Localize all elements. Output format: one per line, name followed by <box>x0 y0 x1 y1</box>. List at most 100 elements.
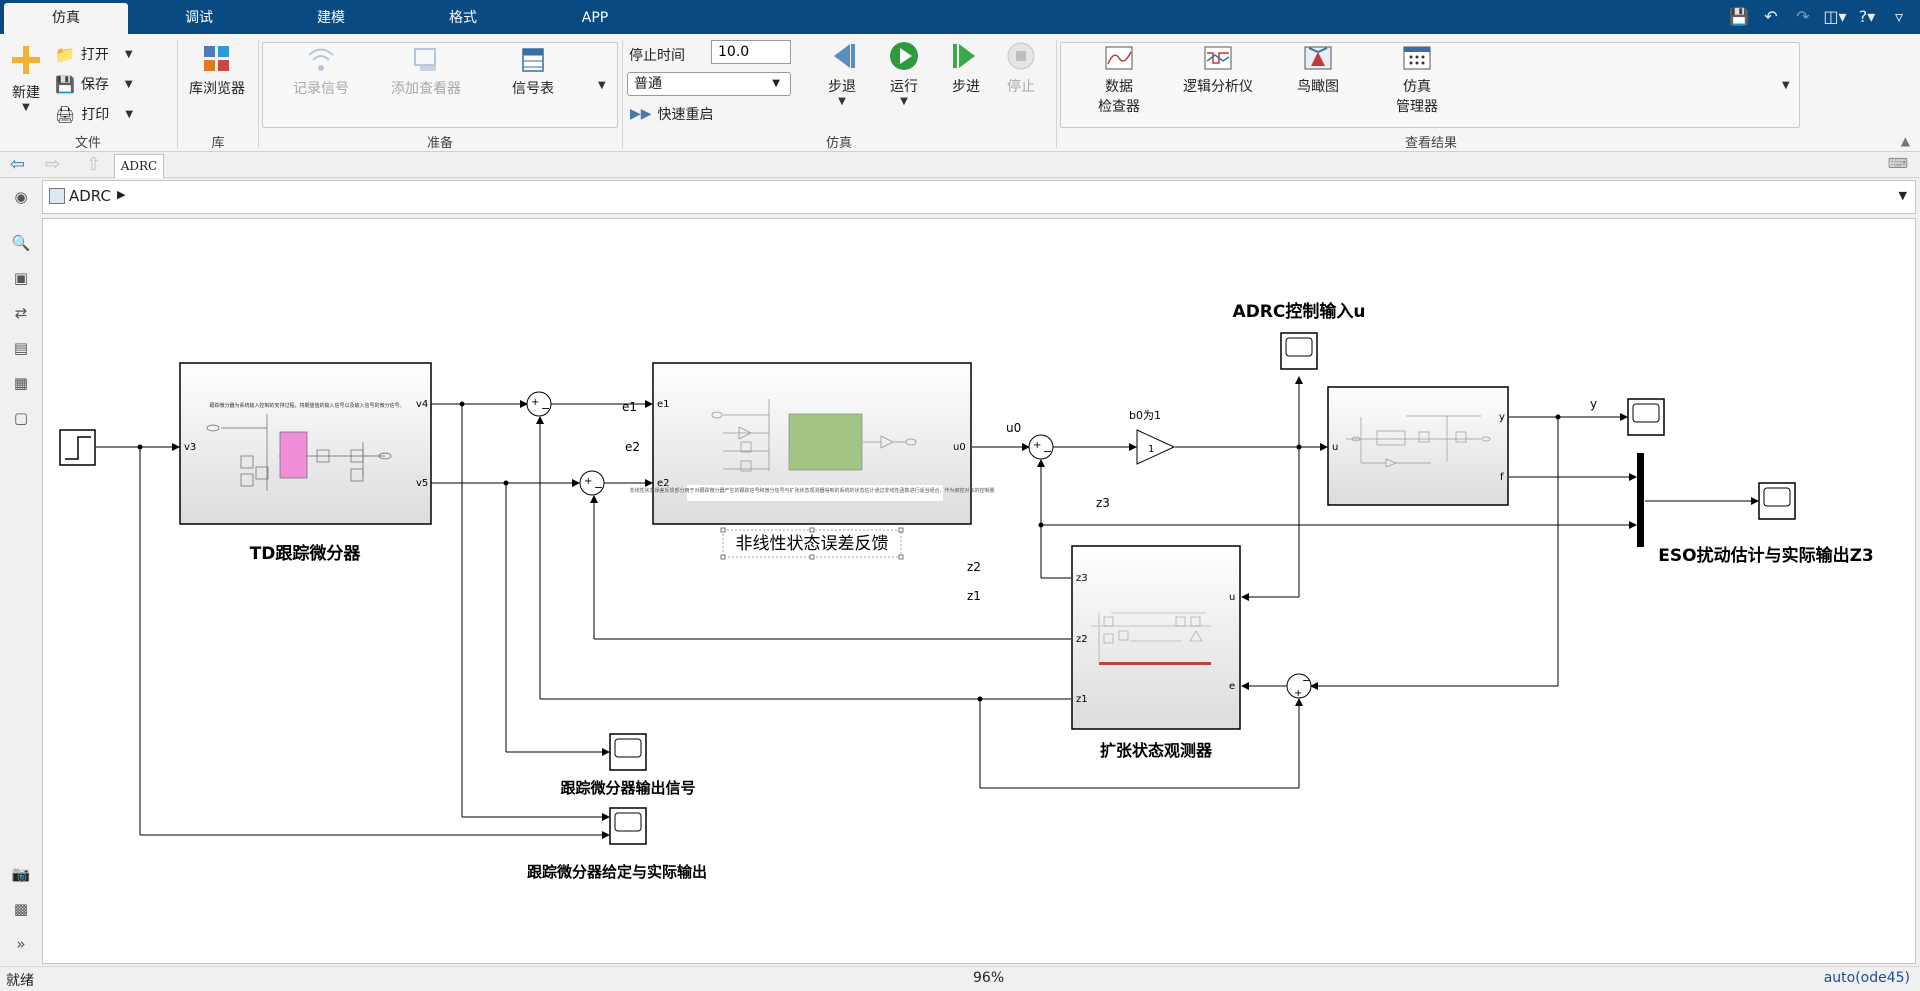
property-inspector-icon[interactable]: ▩ <box>10 898 32 920</box>
fast-restart-button[interactable]: ▶▶ 快速重启 <box>630 104 714 124</box>
breadcrumb-model[interactable]: ADRC <box>69 187 111 205</box>
step-back-button[interactable]: 步退 ▼ <box>822 40 862 107</box>
scope-eso-label: ESO扰动估计与实际输出Z3 <box>1658 545 1873 566</box>
mux-block[interactable] <box>1637 453 1644 547</box>
scope-y[interactable] <box>1627 398 1665 436</box>
port-v4: v4 <box>416 399 428 410</box>
data-inspector-button[interactable]: 数据 检查器 <box>1088 44 1150 116</box>
simulation-manager-button[interactable]: 仿真 管理器 <box>1386 44 1448 116</box>
step-back-dropdown-icon[interactable]: ▼ <box>822 96 862 107</box>
library-browser-icon <box>204 46 229 71</box>
zoom-icon[interactable]: 🔍 <box>10 232 32 254</box>
breadcrumb: ADRC ▶ ▼ <box>42 180 1916 214</box>
gallery-expand-icon[interactable]: ▼ <box>598 80 606 91</box>
area-icon[interactable]: ▢ <box>10 407 32 429</box>
annotation-icon[interactable]: ▤ <box>10 337 32 359</box>
log-signals-button[interactable]: 记录信号 <box>286 46 356 98</box>
model-canvas[interactable]: 跟踪微分器为系统输入控制的安排过程，将期望值的输入信号以及输入信号的微分信号。 … <box>42 218 1916 964</box>
save-button[interactable]: 💾 保存 ▼ <box>55 74 133 94</box>
plant-subsystem-block[interactable]: u y f <box>1327 386 1509 506</box>
new-label: 新建 <box>12 85 40 101</box>
open-button[interactable]: 📁 打开 ▼ <box>55 44 133 64</box>
scope-td-compare-label: 跟踪微分器给定与实际输出 <box>527 863 707 881</box>
keyboard-icon[interactable]: ⌨ <box>1888 156 1908 172</box>
ribbon: 新建 ▼ 📁 打开 ▼ 💾 保存 ▼ 🖨 打印 ▼ 文件 库浏览器 库 记录信号… <box>0 34 1920 152</box>
tab-format[interactable]: 格式 <box>412 3 514 34</box>
stop-button[interactable]: 停止 <box>1001 40 1041 96</box>
group-label-file: 文件 <box>74 136 101 151</box>
wifi-icon <box>308 48 334 71</box>
td-subsystem-block[interactable]: 跟踪微分器为系统输入控制的安排过程，将期望值的输入信号以及输入信号的微分信号。 … <box>179 362 432 525</box>
simulation-manager-icon <box>1403 46 1431 70</box>
sum-block-e2[interactable]: + − <box>579 470 605 496</box>
port-z3: z3 <box>1076 573 1088 584</box>
forward-arrow-icon[interactable]: ⇨ <box>45 154 60 175</box>
model-tab[interactable]: ADRC <box>114 154 164 178</box>
up-arrow-icon[interactable]: ⇧ <box>86 154 101 175</box>
birds-eye-button[interactable]: 鸟瞰图 <box>1286 44 1350 96</box>
stop-time-input[interactable] <box>711 40 791 64</box>
signal-label-u0: u0 <box>1006 421 1021 435</box>
tab-debug[interactable]: 调试 <box>148 3 250 34</box>
hide-explorer-icon[interactable]: ◉ <box>10 186 32 208</box>
signal-label-z3: z3 <box>1096 496 1110 510</box>
svg-text:+: + <box>1033 440 1041 451</box>
chevron-down-icon[interactable]: ▼ <box>1899 189 1907 202</box>
signal-label-z2: z2 <box>967 560 981 574</box>
gain-block-b0[interactable]: 1 <box>1136 429 1176 465</box>
fit-to-view-icon[interactable]: ▣ <box>10 267 32 289</box>
tab-simulation[interactable]: 仿真 <box>4 3 128 34</box>
sum-block-u[interactable]: + − <box>1028 434 1054 460</box>
run-dropdown-icon[interactable]: ▼ <box>884 96 924 107</box>
scope-eso[interactable] <box>1758 482 1796 520</box>
simulation-mode-select[interactable]: 普通 ▼ <box>627 72 791 96</box>
scope-td-output[interactable] <box>609 733 647 771</box>
minimize-ribbon-icon[interactable]: ▿ <box>1886 5 1912 29</box>
step-back-icon <box>834 44 855 68</box>
add-viewer-button[interactable]: 添加查看器 <box>384 46 468 98</box>
nlsef-block-label: 非线性状态误差反馈 <box>736 534 889 554</box>
camera-icon[interactable]: 📷 <box>10 863 32 885</box>
library-browser-button[interactable]: 库浏览器 <box>184 44 250 98</box>
gain-label: b0为1 <box>1129 409 1161 422</box>
print-dropdown-icon[interactable]: ▼ <box>125 109 133 120</box>
printer-icon: 🖨 <box>55 104 76 124</box>
help-icon[interactable]: ?▾ <box>1854 5 1880 29</box>
expand-toolbar-icon[interactable]: » <box>10 933 32 955</box>
print-button[interactable]: 🖨 打印 ▼ <box>55 104 133 124</box>
logic-analyzer-label: 逻辑分析仪 <box>1183 79 1253 95</box>
nlsef-label-selection[interactable]: 非线性状态误差反馈 <box>720 527 904 560</box>
eso-block-label: 扩张状态观测器 <box>1100 741 1213 760</box>
solver-link[interactable]: auto(ode45) <box>1824 970 1910 986</box>
find-icon[interactable]: ◫▾ <box>1822 5 1848 29</box>
step-forward-button[interactable]: 步进 <box>946 40 986 96</box>
image-icon[interactable]: ▦ <box>10 372 32 394</box>
scope-td-compare[interactable] <box>609 807 647 845</box>
save-icon[interactable]: 💾 <box>1726 5 1752 29</box>
sum-block-e1[interactable]: + − <box>526 391 552 417</box>
save-dropdown-icon[interactable]: ▼ <box>125 79 133 90</box>
arrows-icon[interactable]: ⇄ <box>10 302 32 324</box>
run-button[interactable]: 运行 ▼ <box>884 40 924 107</box>
sum-block-e[interactable]: −+ <box>1286 673 1312 699</box>
step-forward-icon <box>953 44 975 68</box>
step-block[interactable] <box>59 429 96 466</box>
scope-td-output-label: 跟踪微分器输出信号 <box>560 779 695 797</box>
new-dropdown-icon[interactable]: ▼ <box>6 102 46 113</box>
signal-table-button[interactable]: 信号表 <box>502 46 564 98</box>
collapse-ribbon-icon[interactable]: ▲ <box>1901 134 1910 148</box>
nlsef-subsystem-block[interactable]: 非线性状态误差反馈部分用于对跟踪微分器产生的跟踪信号和微分信号与扩张状态观测器得… <box>629 362 995 525</box>
redo-icon[interactable]: ↷ <box>1790 5 1816 29</box>
logic-analyzer-button[interactable]: 逻辑分析仪 <box>1176 44 1260 96</box>
gallery-expand-icon[interactable]: ▼ <box>1782 80 1790 91</box>
tab-modeling[interactable]: 建模 <box>280 3 382 34</box>
chevron-right-icon[interactable]: ▶ <box>117 188 125 201</box>
back-arrow-icon[interactable]: ⇦ <box>10 154 25 175</box>
tab-apps[interactable]: APP <box>544 3 646 34</box>
open-dropdown-icon[interactable]: ▼ <box>125 49 133 60</box>
undo-icon[interactable]: ↶ <box>1758 5 1784 29</box>
scope-adrc-u[interactable] <box>1280 332 1318 370</box>
eso-subsystem-block[interactable]: z3 z2 z1 u e <box>1071 545 1241 730</box>
run-label: 运行 <box>890 79 918 95</box>
new-button[interactable]: 新建 ▼ <box>6 44 46 113</box>
